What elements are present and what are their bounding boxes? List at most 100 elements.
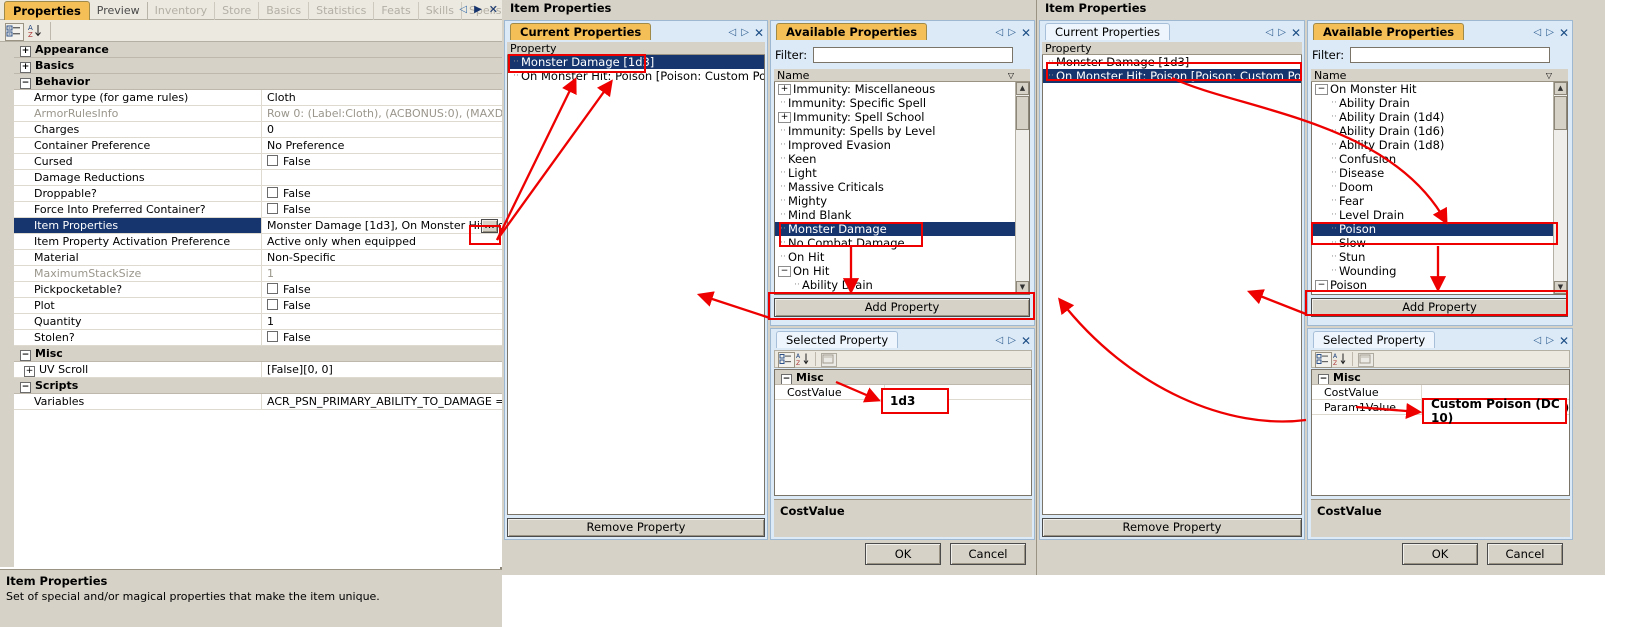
- dialog1-current-list[interactable]: ·· Monster Damage [1d3] ·· On Monster Hit: …: [507, 55, 765, 515]
- property-group-scripts[interactable]: − Scripts: [14, 378, 502, 394]
- dialog1-selected-next-icon[interactable]: ▷: [1008, 335, 1016, 346]
- property-group-basics[interactable]: + Basics: [14, 58, 502, 74]
- dialog2-tab-available-properties[interactable]: Available Properties: [1313, 23, 1465, 40]
- tab-skills[interactable]: Skills: [419, 2, 462, 20]
- dialog2-current-close-icon[interactable]: ✕: [1291, 26, 1301, 40]
- property-group-misc[interactable]: − Misc: [14, 346, 502, 362]
- dialog2-tab-current-properties[interactable]: Current Properties: [1045, 23, 1170, 40]
- tree-item[interactable]: ·· Immunity: Spells by Level: [775, 124, 1015, 138]
- dialog1-selected-prev-icon[interactable]: ◁: [996, 335, 1004, 346]
- dialog2-selected-grid[interactable]: −MiscCostValueParam1ValueCustom Poison (…: [1311, 369, 1570, 496]
- tree-item[interactable]: ·· Massive Criticals: [775, 180, 1015, 194]
- tree-item[interactable]: ·· Mind Blank: [775, 208, 1015, 222]
- tab-store[interactable]: Store: [215, 2, 260, 20]
- dialog1-cancel-button[interactable]: Cancel: [950, 543, 1026, 565]
- tree-item[interactable]: ·· Immunity: Specific Spell: [775, 96, 1015, 110]
- dialog2-tab-selected-property[interactable]: Selected Property: [1313, 331, 1436, 348]
- dialog2-available-next-icon[interactable]: ▷: [1546, 27, 1554, 38]
- dialog1-filter-input[interactable]: [813, 47, 1014, 63]
- tab-properties[interactable]: Properties: [4, 1, 90, 20]
- selected-property-group[interactable]: − Misc: [775, 370, 1031, 385]
- tree-item[interactable]: ·· Ability Drain (1d8): [1312, 138, 1553, 152]
- expand-icon[interactable]: +: [778, 84, 791, 95]
- tree-item[interactable]: ·· Ability Drain: [775, 278, 1015, 292]
- property-row[interactable]: Stolen? False: [14, 330, 502, 346]
- dialog2-available-prev-icon[interactable]: ◁: [1534, 27, 1542, 38]
- tab-next-icon[interactable]: ▶: [474, 4, 482, 15]
- property-row[interactable]: Quantity 1: [14, 314, 502, 330]
- alphabetical-sort-icon[interactable]: AZ: [1333, 352, 1348, 367]
- selected-property-group[interactable]: − Misc: [1312, 370, 1569, 385]
- dialog2-selected-next-icon[interactable]: ▷: [1546, 335, 1554, 346]
- expand-icon[interactable]: +: [20, 62, 31, 73]
- property-row[interactable]: MaximumStackSize 1: [14, 266, 502, 282]
- expand-icon[interactable]: +: [778, 112, 791, 123]
- tree-item[interactable]: ·· Level Drain: [1312, 208, 1553, 222]
- editor-close-icon[interactable]: ✕: [489, 3, 498, 16]
- property-row[interactable]: Force Into Preferred Container? False: [14, 202, 502, 218]
- property-pages-icon[interactable]: [821, 353, 837, 367]
- dialog1-available-next-icon[interactable]: ▷: [1008, 27, 1016, 38]
- tree-item[interactable]: ·· Light: [775, 166, 1015, 180]
- dialog2-current-list[interactable]: ·· Monster Damage [1d3] ·· On Monster Hit: …: [1042, 55, 1302, 515]
- column-filter-chevron-icon[interactable]: ▽: [1008, 69, 1014, 82]
- property-row[interactable]: Charges 0: [14, 122, 502, 138]
- checkbox[interactable]: [267, 331, 278, 342]
- dialog2-filter-input[interactable]: [1350, 47, 1551, 63]
- property-row[interactable]: ArmorRulesInfo Row 0: (Label:Cloth), (ACB…: [14, 106, 502, 122]
- tree-item[interactable]: ·· Doom: [1312, 180, 1553, 194]
- dialog1-available-list[interactable]: + Immunity: Miscellaneous ·· Immunity: Spec…: [774, 82, 1030, 295]
- property-row[interactable]: Plot False: [14, 298, 502, 314]
- tree-item[interactable]: ·· Mighty: [775, 194, 1015, 208]
- dialog1-current-close-icon[interactable]: ✕: [754, 26, 764, 40]
- property-row[interactable]: Droppable? False: [14, 186, 502, 202]
- scroll-up-icon[interactable]: ▲: [1554, 82, 1567, 95]
- dialog2-available-close-icon[interactable]: ✕: [1559, 26, 1569, 40]
- scroll-up-icon[interactable]: ▲: [1016, 82, 1029, 95]
- dialog1-available-scrollbar[interactable]: ▲ ▼: [1015, 82, 1029, 294]
- dialog2-selected-prev-icon[interactable]: ◁: [1534, 335, 1542, 346]
- tree-item[interactable]: ·· On Hit: [775, 250, 1015, 264]
- collapse-icon[interactable]: −: [1315, 84, 1328, 95]
- tab-inventory[interactable]: Inventory: [148, 2, 216, 20]
- dialog1-current-next-icon[interactable]: ▷: [741, 27, 749, 38]
- expand-icon[interactable]: +: [24, 366, 35, 377]
- property-row[interactable]: Material Non-Specific: [14, 250, 502, 266]
- tree-item[interactable]: ·· Confusion: [1312, 152, 1553, 166]
- categorized-view-icon[interactable]: [778, 352, 795, 368]
- checkbox[interactable]: [267, 283, 278, 294]
- dialog2-current-prev-icon[interactable]: ◁: [1266, 27, 1274, 38]
- tree-item[interactable]: ·· Stun: [1312, 250, 1553, 264]
- collapse-icon[interactable]: −: [778, 266, 791, 277]
- property-group-behavior[interactable]: − Behavior: [14, 74, 502, 90]
- tab-feats[interactable]: Feats: [374, 2, 419, 20]
- dialog2-cancel-button[interactable]: Cancel: [1487, 543, 1563, 565]
- dialog2-selected-close-icon[interactable]: ✕: [1559, 334, 1569, 348]
- tab-basics[interactable]: Basics: [259, 2, 310, 20]
- editor-property-grid[interactable]: + Appearance + Basics − Behavior Armor type (f…: [0, 42, 502, 567]
- tree-item[interactable]: ·· Keen: [775, 152, 1015, 166]
- tree-item[interactable]: − On Monster Hit: [1312, 82, 1553, 96]
- checkbox[interactable]: [267, 203, 278, 214]
- dialog1-tab-available-properties[interactable]: Available Properties: [776, 23, 928, 40]
- dialog2-current-next-icon[interactable]: ▷: [1278, 27, 1286, 38]
- property-row[interactable]: Damage Reductions: [14, 170, 502, 186]
- column-filter-chevron-icon[interactable]: ▽: [1546, 69, 1552, 82]
- property-row[interactable]: Cursed False: [14, 154, 502, 170]
- checkbox[interactable]: [267, 299, 278, 310]
- alphabetical-sort-icon[interactable]: AZ: [27, 23, 44, 39]
- tree-item[interactable]: ·· Ability Drain (1d6): [1312, 124, 1553, 138]
- dialog2-remove-property-button[interactable]: Remove Property: [1042, 518, 1302, 537]
- property-row[interactable]: Armor type (for game rules) Cloth: [14, 90, 502, 106]
- dialog2-available-scrollbar[interactable]: ▲ ▼: [1553, 82, 1567, 294]
- dialog1-tab-current-properties[interactable]: Current Properties: [510, 23, 652, 40]
- tab-prev-icon[interactable]: ◁: [459, 4, 467, 15]
- collapse-icon[interactable]: −: [781, 374, 792, 384]
- checkbox[interactable]: [267, 187, 278, 198]
- dialog1-current-prev-icon[interactable]: ◁: [729, 27, 737, 38]
- collapse-icon[interactable]: −: [20, 382, 31, 393]
- dialog1-tab-selected-property[interactable]: Selected Property: [776, 331, 899, 348]
- dialog1-selected-close-icon[interactable]: ✕: [1021, 334, 1031, 348]
- property-row[interactable]: + UV Scroll [False][0, 0]: [14, 362, 502, 378]
- tree-item[interactable]: + Immunity: Miscellaneous: [775, 82, 1015, 96]
